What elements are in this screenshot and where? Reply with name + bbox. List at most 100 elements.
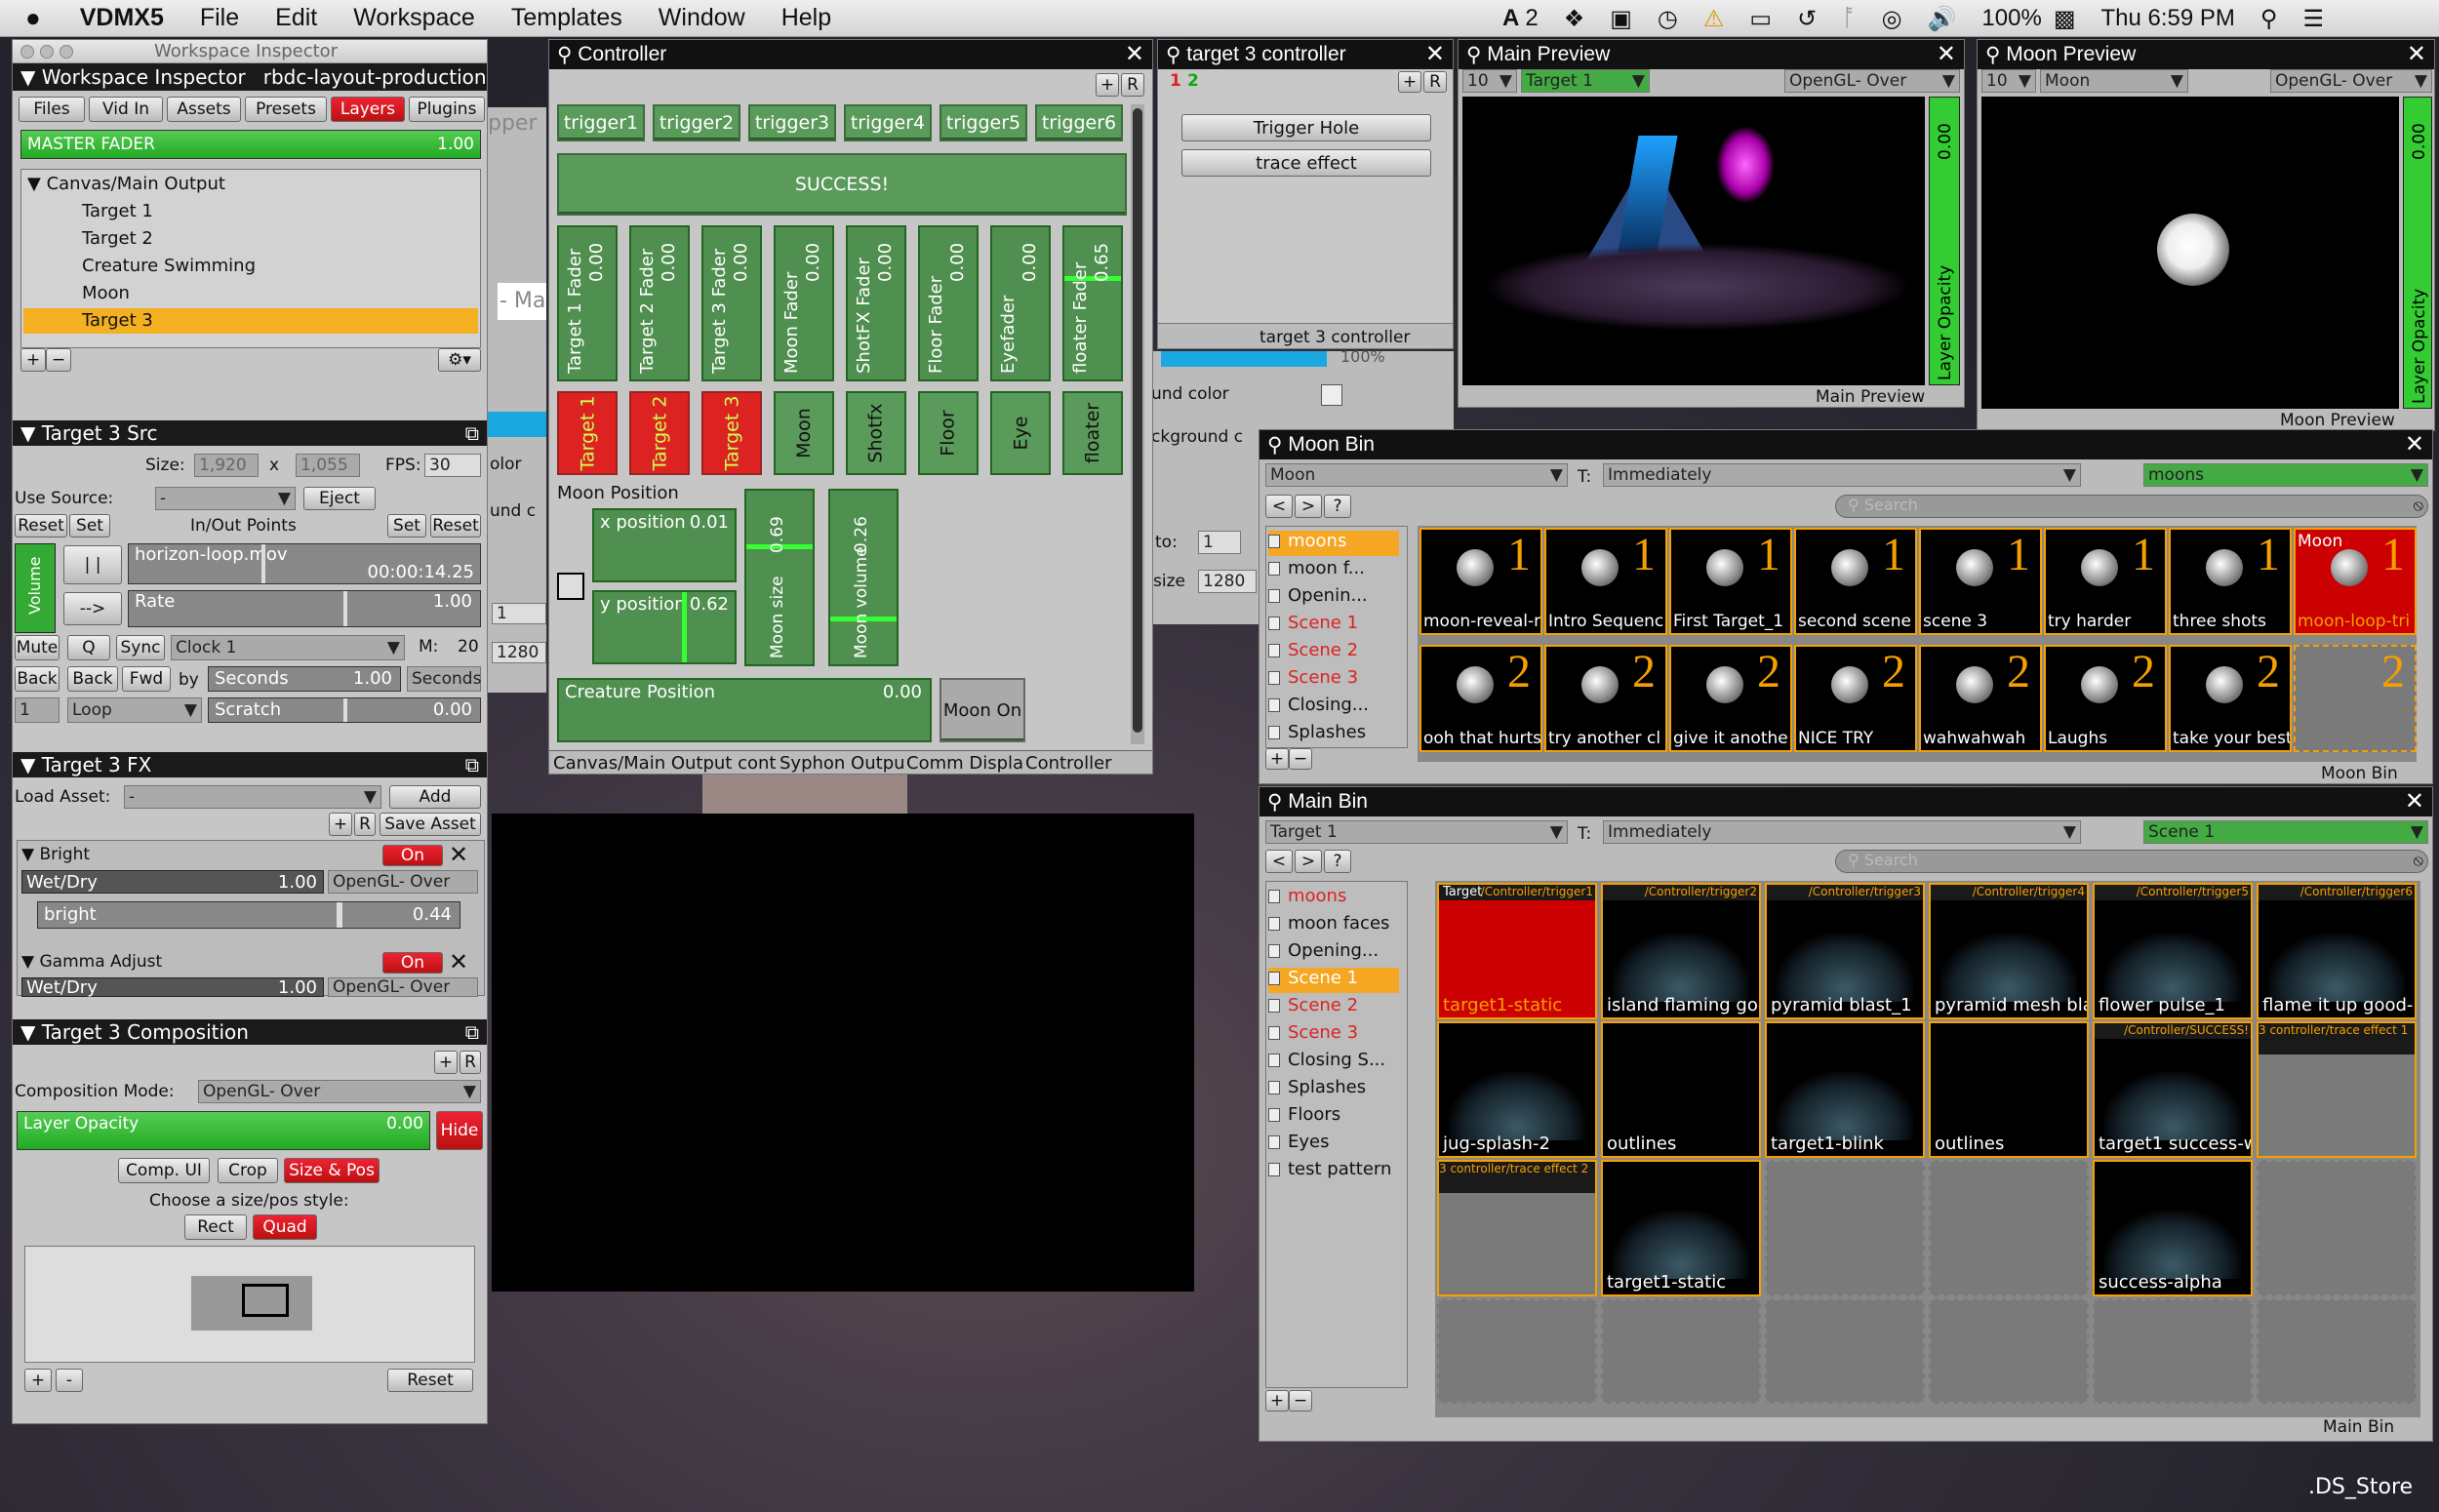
layer-gear-icon[interactable]: ⚙▾ — [438, 348, 481, 372]
clear-search-icon[interactable]: ⦸ — [2414, 496, 2423, 515]
moon-bin-clip[interactable]: 1 First Target_1 — [1669, 528, 1792, 635]
bin-page-item[interactable]: moons — [1268, 531, 1399, 556]
page-checkbox-icon[interactable] — [1268, 890, 1280, 903]
direction-button[interactable]: --> — [63, 592, 122, 625]
empty-clip-slot[interactable] — [1601, 1298, 1761, 1404]
moon-bin-clip[interactable]: 2 try another cl — [1544, 645, 1667, 752]
add-asset-button[interactable]: Add — [389, 785, 481, 809]
tab-canvas-main-output[interactable]: Canvas/Main Output cont — [553, 753, 776, 774]
menu-help[interactable]: Help — [781, 4, 831, 32]
empty-clip-slot[interactable] — [1437, 1298, 1597, 1404]
main-bin-clip[interactable]: target1-blink — [1765, 1021, 1925, 1158]
main-bin-clip[interactable]: /Controller/trigger3 pyramid blast_1 — [1765, 883, 1925, 1019]
bin-help-button[interactable]: ? — [1324, 495, 1351, 518]
bin-page-item[interactable]: Eyes — [1268, 1132, 1399, 1157]
fader-7[interactable]: Eyefader 0.00 — [990, 225, 1051, 381]
eject-button[interactable]: Eject — [303, 487, 376, 510]
page-checkbox-icon[interactable] — [1268, 726, 1280, 739]
volume-slider[interactable]: Volume — [15, 543, 56, 633]
bin-page-item[interactable]: Scene 1 — [1268, 613, 1399, 638]
toggle-target-1[interactable]: Target 1 — [557, 391, 618, 475]
close-icon[interactable]: ✕ — [1125, 40, 1144, 68]
page-1[interactable]: 1 — [1170, 71, 1181, 91]
collapse-triangle-icon[interactable]: ▼ — [20, 65, 42, 89]
trigger4-button[interactable]: trigger4 — [844, 104, 932, 141]
tab-assets[interactable]: Assets — [167, 97, 241, 122]
moon-size-fader[interactable]: Moon size 0.69 — [744, 489, 815, 666]
fx-item-bright[interactable]: ▼ Bright — [21, 845, 90, 864]
page-checkbox-icon[interactable] — [1268, 944, 1280, 958]
page-checkbox-icon[interactable] — [1268, 562, 1280, 576]
x-position-slider[interactable]: x position 0.01 — [592, 508, 737, 582]
page-checkbox-icon[interactable] — [1268, 1054, 1280, 1067]
back-b-button[interactable]: Back — [15, 666, 60, 692]
bright-slider[interactable]: bright 0.44 — [37, 901, 460, 929]
page-checkbox-icon[interactable] — [1268, 535, 1280, 548]
add-layer-button[interactable]: + — [20, 348, 46, 372]
tab-crop[interactable]: Crop — [218, 1158, 278, 1183]
trigger3-button[interactable]: trigger3 — [748, 104, 836, 141]
r-button[interactable]: R — [1423, 71, 1447, 93]
add-control-button[interactable]: + — [1096, 73, 1119, 97]
menu-file[interactable]: File — [200, 4, 239, 32]
controller-titlebar[interactable]: ⚲ Controller ✕ — [549, 40, 1152, 69]
window-titlebar[interactable]: Workspace Inspector — [13, 40, 487, 63]
target3-controller-titlebar[interactable]: ⚲ target 3 controller ✕ — [1158, 40, 1453, 69]
empty-clip-slot[interactable] — [1929, 1160, 2089, 1296]
bin-timing-dropdown[interactable]: Immediately ▼ — [1603, 820, 2081, 844]
trigger-hole-button[interactable]: Trigger Hole — [1181, 114, 1431, 141]
window-zoom-button[interactable] — [60, 45, 73, 59]
moon-bin-clip[interactable]: 1 second scene — [1794, 528, 1917, 635]
empty-clip-slot[interactable] — [2257, 1160, 2417, 1296]
toggle-floor[interactable]: Floor — [918, 391, 979, 475]
page-checkbox-icon[interactable] — [1268, 1081, 1280, 1094]
hide-button[interactable]: Hide — [436, 1111, 483, 1150]
moon-bin-clip[interactable]: 1 try harder — [2044, 528, 2167, 635]
tab-syphon-output[interactable]: Syphon Outpu — [780, 753, 905, 774]
add-button[interactable]: + — [24, 1369, 52, 1392]
main-bin-clip[interactable]: /Controller/trigger5 flower pulse_1 — [2093, 883, 2253, 1019]
main-bin-clip[interactable]: 3 controller/trace effect 1 — [2257, 1021, 2417, 1158]
bin-search-input[interactable]: ⚲ Search ⦸ — [1835, 495, 2428, 518]
page-checkbox-icon[interactable] — [1268, 617, 1280, 630]
gamma-on-button[interactable]: On — [382, 952, 443, 974]
empty-clip-slot[interactable] — [2257, 1298, 2417, 1404]
volume-icon[interactable]: 🔊 — [1928, 5, 1957, 33]
fx-blend-dropdown[interactable]: OpenGL- Over — [328, 870, 478, 894]
main-bin-clip[interactable]: /Controller/SUCCESS! target1 success-w — [2093, 1021, 2253, 1158]
bin-page-item[interactable]: Scene 2 — [1268, 640, 1399, 665]
bin-page-item[interactable]: moon faces — [1268, 913, 1399, 938]
warning-icon[interactable]: ⚠ — [1703, 5, 1725, 33]
bin-next-button[interactable]: > — [1295, 850, 1322, 873]
bin-page-item[interactable]: Splashes — [1268, 722, 1399, 747]
moon-preview-image[interactable] — [1981, 97, 2399, 409]
preview-layer-dropdown[interactable]: Target 1 ▼ — [1521, 69, 1650, 93]
add-fx-button[interactable]: + — [329, 813, 352, 836]
bin-prev-button[interactable]: < — [1265, 850, 1293, 873]
display-icon[interactable]: ▣ — [1610, 5, 1632, 33]
source-dropdown[interactable]: - ▼ — [155, 487, 296, 510]
fader-3[interactable]: Target 3 Fader 0.00 — [701, 225, 762, 381]
moon-bin-clip[interactable]: 1 Intro Sequenc — [1544, 528, 1667, 635]
page-checkbox-icon[interactable] — [1268, 1135, 1280, 1149]
menu-window[interactable]: Window — [659, 4, 745, 32]
remove-page-button[interactable]: − — [1289, 748, 1312, 770]
fps-field[interactable]: 30 — [424, 454, 481, 477]
layer-opacity-slider[interactable]: 0.00 Layer Opacity — [1929, 97, 1960, 385]
sync-button[interactable]: Sync — [116, 635, 165, 660]
main-preview-titlebar[interactable]: ⚲ Main Preview ✕ — [1459, 40, 1964, 69]
in-reset-button[interactable]: Reset — [15, 514, 67, 537]
fwd-button[interactable]: Fwd — [122, 666, 171, 692]
wet-dry-slider[interactable]: Wet/Dry 1.00 — [21, 870, 324, 894]
preview-blend-dropdown[interactable]: OpenGL- Over ▼ — [2270, 69, 2432, 93]
close-icon[interactable]: ✕ — [2407, 40, 2426, 68]
menu-workspace[interactable]: Workspace — [353, 4, 475, 32]
page-checkbox-icon[interactable] — [1268, 1108, 1280, 1122]
alarm-icon[interactable]: ◷ — [1658, 5, 1678, 33]
preview-size-dropdown[interactable]: 10 ▼ — [1981, 69, 2036, 93]
q-button[interactable]: Q — [67, 635, 110, 660]
bright-on-button[interactable]: On — [382, 845, 443, 866]
bin-page-item[interactable]: test pattern — [1268, 1159, 1399, 1184]
success-button[interactable]: SUCCESS! — [557, 153, 1127, 216]
moon-on-button[interactable]: Moon On — [940, 678, 1025, 742]
